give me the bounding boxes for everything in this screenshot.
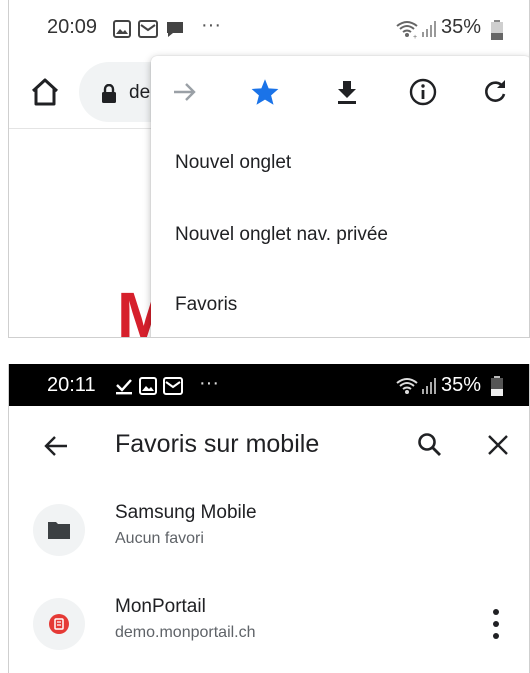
menu-item-new-tab[interactable]: Nouvel onglet bbox=[175, 152, 291, 174]
page-info-button[interactable] bbox=[405, 74, 441, 110]
overflow-menu: Nouvel onglet Nouvel onglet nav. privée … bbox=[151, 56, 529, 337]
list-item-bookmark[interactable]: MonPortail demo.monportail.ch bbox=[9, 584, 529, 664]
star-icon bbox=[251, 79, 279, 105]
signal-icon bbox=[422, 21, 436, 37]
home-icon[interactable] bbox=[29, 76, 61, 108]
more-vert-icon[interactable] bbox=[491, 606, 501, 642]
download-done-icon bbox=[116, 379, 132, 395]
status-time: 20:11 bbox=[47, 374, 96, 396]
status-time: 20:09 bbox=[47, 16, 98, 38]
folder-icon bbox=[48, 522, 70, 539]
back-arrow-icon[interactable] bbox=[43, 434, 69, 458]
download-icon bbox=[338, 81, 356, 104]
status-bar: 20:11 ··· 35% bbox=[9, 364, 529, 406]
bookmarks-screenshot: 20:11 ··· 35% Favoris sur mobile Samsung… bbox=[8, 364, 530, 673]
mail-icon bbox=[163, 377, 183, 395]
folder-avatar bbox=[33, 504, 85, 556]
monportail-favicon-icon bbox=[49, 614, 69, 634]
menu-icon-row bbox=[151, 56, 529, 128]
wifi-icon: + bbox=[396, 21, 418, 39]
close-icon[interactable] bbox=[487, 434, 509, 456]
gallery-icon bbox=[113, 20, 131, 38]
info-icon bbox=[409, 78, 437, 106]
battery-percent: 35% bbox=[441, 16, 482, 38]
folder-subtitle: Aucun favori bbox=[115, 530, 204, 547]
wifi-icon bbox=[396, 378, 418, 394]
svg-text:+: + bbox=[413, 34, 417, 39]
search-icon[interactable] bbox=[417, 432, 443, 458]
refresh-icon bbox=[485, 80, 506, 102]
lock-icon bbox=[102, 84, 116, 103]
signal-icon bbox=[422, 378, 436, 394]
url-text: de bbox=[129, 82, 151, 103]
arrow-forward-icon bbox=[174, 83, 196, 101]
forward-button[interactable] bbox=[167, 74, 203, 110]
battery-icon bbox=[491, 20, 503, 40]
message-icon bbox=[167, 22, 183, 37]
battery-percent: 35% bbox=[441, 374, 482, 396]
list-item-folder[interactable]: Samsung Mobile Aucun favori bbox=[9, 490, 529, 570]
more-notifications-icon: ··· bbox=[199, 372, 219, 394]
menu-item-new-incognito-tab[interactable]: Nouvel onglet nav. privée bbox=[175, 224, 388, 246]
battery-icon bbox=[491, 376, 503, 396]
reload-button[interactable] bbox=[477, 74, 513, 110]
favicon-avatar bbox=[33, 598, 85, 650]
menu-item-bookmarks[interactable]: Favoris bbox=[175, 294, 237, 316]
gallery-icon bbox=[139, 377, 157, 395]
browser-menu-screenshot: 20:09 ··· + 35% de M Nouvel onglet Nouve… bbox=[8, 0, 530, 338]
app-bar: Favoris sur mobile bbox=[9, 406, 529, 484]
bookmark-title: MonPortail bbox=[115, 596, 206, 617]
bookmark-star-button[interactable] bbox=[247, 74, 283, 110]
page-title: Favoris sur mobile bbox=[115, 430, 320, 458]
folder-title: Samsung Mobile bbox=[115, 502, 257, 523]
more-notifications-icon: ··· bbox=[201, 14, 221, 36]
mail-icon bbox=[138, 20, 158, 38]
download-button[interactable] bbox=[329, 74, 365, 110]
bookmark-url: demo.monportail.ch bbox=[115, 624, 256, 641]
status-bar: 20:09 ··· + 35% bbox=[9, 0, 529, 56]
